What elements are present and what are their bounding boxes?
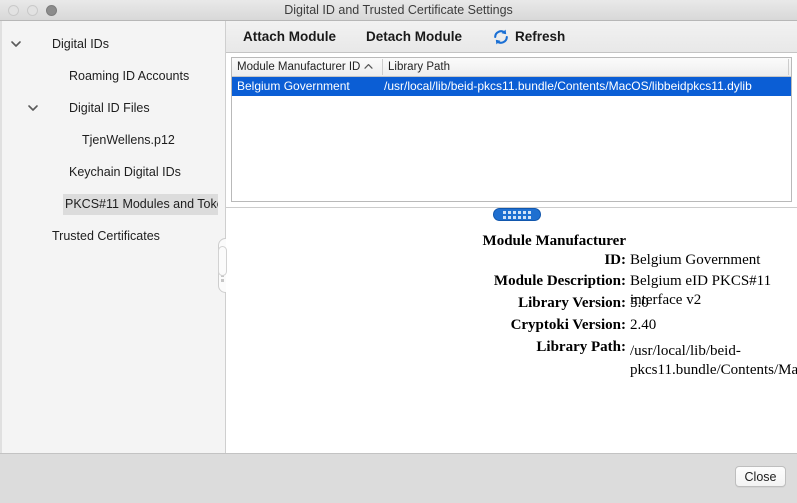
cell-manufacturer: Belgium Government — [237, 79, 350, 93]
detail-value: /usr/local/lib/beid-pkcs11.bundle/Conten… — [630, 343, 797, 378]
column-divider-2[interactable] — [788, 59, 789, 75]
sidebar-item-digital-ids[interactable]: Digital IDs — [0, 31, 218, 57]
chevron-down-icon[interactable] — [25, 100, 41, 116]
sidebar-item-label: Trusted Certificates — [52, 229, 160, 243]
refresh-icon — [492, 28, 510, 46]
sidebar-tree[interactable]: Digital IDs Roaming ID Accounts Digital ID… — [0, 21, 218, 453]
chevron-down-icon[interactable] — [8, 36, 24, 52]
detail-value: Belgium Government — [630, 252, 761, 268]
module-table[interactable]: Module Manufacturer ID Library Path Belg… — [231, 57, 792, 202]
module-toolbar: Attach Module Detach Module Refresh — [226, 21, 797, 53]
column-header-manufacturer[interactable]: Module Manufacturer ID — [237, 58, 373, 76]
sidebar-item-label: TjenWellens.p12 — [82, 133, 175, 147]
sidebar-item-label: Roaming ID Accounts — [69, 69, 190, 83]
detail-label: Library Path: — [536, 339, 626, 355]
refresh-label: Refresh — [515, 29, 566, 44]
detail-value: 5.0 — [630, 295, 649, 311]
column-header-manufacturer-label: Module Manufacturer ID — [237, 61, 361, 73]
column-header-library-path-label: Library Path — [388, 61, 451, 73]
table-row[interactable]: Belgium Government/usr/local/lib/beid-pk… — [232, 77, 791, 96]
sidebar-item-keychain-digital-ids[interactable]: Keychain Digital IDs — [0, 159, 218, 185]
content-area: Digital IDs Roaming ID Accounts Digital ID… — [0, 21, 797, 474]
module-detail-panel: Module Manufacturer ID: Belgium Governmen… — [218, 222, 797, 453]
detach-module-label: Detach Module — [366, 29, 463, 44]
refresh-button[interactable]: Refresh — [492, 28, 565, 46]
title-bar: Digital ID and Trusted Certificate Setti… — [0, 0, 797, 21]
sidebar-item-label: Digital ID Files — [69, 101, 150, 115]
table-header-row: Module Manufacturer ID Library Path — [232, 58, 791, 77]
detail-label: Module Description: — [493, 273, 626, 289]
detail-label: Module Manufacturer ID: — [482, 233, 626, 268]
sidebar-item-label: Digital IDs — [52, 37, 109, 51]
footer-bar: Close — [0, 453, 797, 503]
detail-label: Library Version: — [518, 295, 626, 311]
attach-module-label: Attach Module — [243, 29, 336, 44]
sidebar-item-roaming-id-accounts[interactable]: Roaming ID Accounts — [0, 63, 218, 89]
sidebar-item-label: PKCS#11 Modules and Tokens — [63, 194, 218, 215]
close-button[interactable]: Close — [735, 466, 786, 487]
right-pane: Attach Module Detach Module Refresh Modu… — [218, 21, 797, 453]
detail-panel-grip[interactable] — [218, 246, 227, 276]
sidebar-item-pkcs-11-modules-and-tokens[interactable]: PKCS#11 Modules and Tokens — [0, 191, 218, 217]
sort-ascending-icon — [364, 58, 373, 76]
detail-label: Cryptoki Version: — [510, 317, 626, 333]
sidebar-item-digital-id-files[interactable]: Digital ID Files — [0, 95, 218, 121]
detail-splitter-handle[interactable] — [493, 208, 541, 221]
detail-splitter-grip-dots — [503, 210, 531, 219]
column-header-library-path[interactable]: Library Path — [388, 58, 450, 76]
detach-module-button[interactable]: Detach Module — [366, 29, 462, 44]
sidebar-item-tjenwellens-p12[interactable]: TjenWellens.p12 — [0, 127, 218, 153]
sidebar-item-trusted-certificates[interactable]: Trusted Certificates — [0, 223, 218, 249]
cell-library-path: /usr/local/lib/beid-pkcs11.bundle/Conten… — [384, 79, 752, 93]
window: Digital ID and Trusted Certificate Setti… — [0, 0, 797, 503]
sidebar-item-label: Keychain Digital IDs — [69, 165, 181, 179]
attach-module-button[interactable]: Attach Module — [243, 29, 336, 44]
column-divider-1[interactable] — [382, 59, 383, 75]
window-title: Digital ID and Trusted Certificate Setti… — [284, 3, 513, 17]
detail-value: 2.40 — [630, 317, 657, 333]
